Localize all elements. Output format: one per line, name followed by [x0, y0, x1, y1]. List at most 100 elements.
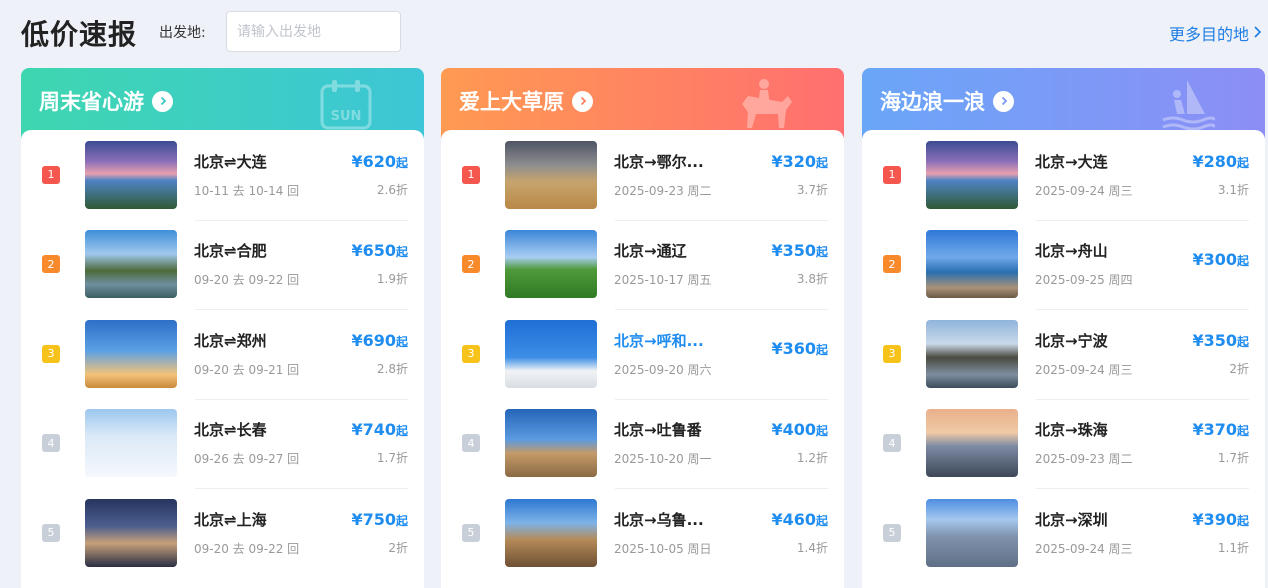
discount-label: 1.1折 — [1217, 540, 1249, 555]
date-label: 2025-10-17 周五 — [614, 273, 712, 288]
discount-label: 2折 — [388, 540, 408, 555]
route-label: 北京→通辽 — [614, 242, 687, 261]
list-item[interactable]: 3 北京→呼和... 2025-09-20 周六 ¥360起 — [462, 309, 828, 399]
list-item[interactable]: 5 北京→乌鲁... 2025-10-05 周日 ¥460起 1.4折 — [462, 488, 828, 578]
list-item[interactable]: 4 北京→吐鲁番 2025-10-20 周一 ¥400起 1.2折 — [462, 398, 828, 489]
destination-photo — [85, 230, 177, 299]
windsurfer-icon — [1162, 80, 1215, 131]
rank-badge: 3 — [462, 344, 480, 363]
discount-label: 2折 — [1229, 361, 1249, 376]
discount-label: 2.8折 — [376, 361, 408, 376]
list-item[interactable]: 1 北京→大连 2025-09-24 周三 ¥280起 3.1折 — [883, 130, 1249, 220]
destination-photo — [926, 498, 1018, 567]
date-label: 09-26 去 09-27 回 — [194, 452, 300, 467]
price-label: ¥350起 — [771, 241, 828, 261]
list-item[interactable]: 5 北京⇌上海 09-20 去 09-22 回 ¥750起 2折 — [42, 488, 408, 578]
list-item[interactable]: 3 北京→宁波 2025-09-24 周三 ¥350起 2折 — [883, 309, 1249, 399]
discount-label: 1.4折 — [796, 540, 828, 555]
list-item[interactable]: 2 北京⇌合肥 09-20 去 09-22 回 ¥650起 1.9折 — [42, 219, 408, 310]
list-item[interactable]: 1 北京→鄂尔... 2025-09-23 周二 ¥320起 3.7折 — [462, 130, 828, 220]
price-label: ¥750起 — [351, 509, 408, 529]
arrow-right-circle-icon[interactable] — [993, 90, 1014, 112]
destination-photo — [505, 319, 597, 388]
date-label: 2025-09-24 周三 — [1035, 541, 1133, 556]
arrow-right-circle-icon[interactable] — [572, 90, 593, 112]
date-label: 2025-10-20 周一 — [614, 452, 712, 467]
card-list: 1 北京⇌大连 10-11 去 10-14 回 ¥620起 2.6折 2 北京⇌合肥… — [21, 130, 424, 588]
route-label: 北京→深圳 — [1035, 510, 1108, 529]
route-label: 北京⇌郑州 — [194, 331, 267, 350]
rank-badge: 5 — [42, 523, 60, 542]
card-title-wrap[interactable]: 海边浪一浪 — [880, 86, 1014, 116]
card-title-wrap[interactable]: 爱上大草原 — [459, 86, 593, 116]
destination-photo — [926, 409, 1018, 478]
list-item[interactable]: 3 北京⇌郑州 09-20 去 09-21 回 ¥690起 2.8折 — [42, 309, 408, 399]
date-label: 2025-09-23 周二 — [614, 183, 712, 198]
discount-label: 3.8折 — [796, 272, 828, 287]
destination-photo — [926, 230, 1018, 299]
destination-photo — [926, 319, 1018, 388]
top-bar: 低价速报 出发地: 更多目的地 — [0, 0, 1268, 62]
card-title: 周末省心游 — [39, 90, 144, 114]
discount-label: 1.9折 — [376, 272, 408, 287]
list-item[interactable]: 2 北京→通辽 2025-10-17 周五 ¥350起 3.8折 — [462, 219, 828, 310]
discount-label: 1.2折 — [796, 451, 828, 466]
route-label: 北京→珠海 — [1035, 421, 1108, 440]
page-title: 低价速报 — [21, 18, 138, 51]
price-label: ¥370起 — [1192, 420, 1249, 440]
more-destinations-label: 更多目的地 — [1168, 25, 1249, 44]
list-item[interactable]: 1 北京⇌大连 10-11 去 10-14 回 ¥620起 2.6折 — [42, 130, 408, 220]
destination-photo — [505, 230, 597, 299]
rank-badge: 4 — [42, 434, 60, 453]
price-label: ¥620起 — [351, 151, 408, 171]
discount-label: 2.6折 — [376, 182, 408, 197]
list-item[interactable]: 4 北京⇌长春 09-26 去 09-27 回 ¥740起 1.7折 — [42, 398, 408, 489]
calendar-sun-text: SUN — [331, 109, 362, 124]
rank-badge: 1 — [462, 165, 480, 184]
route-label: 北京→鄂尔... — [614, 152, 704, 171]
list-item[interactable]: 5 北京→深圳 2025-09-24 周三 ¥390起 1.1折 — [883, 488, 1249, 578]
route-label: 北京⇌上海 — [194, 510, 267, 529]
rank-badge: 1 — [883, 165, 901, 184]
card-title-wrap[interactable]: 周末省心游 — [39, 86, 173, 116]
date-label: 2025-09-20 周六 — [614, 362, 712, 377]
price-label: ¥390起 — [1192, 509, 1249, 529]
discount-label: 3.1折 — [1217, 182, 1249, 197]
card-seaside: 海边浪一浪 1 北京→大连 2025-09-24 周三 ¥280起 3.1折 2 北… — [862, 68, 1265, 588]
card-grassland: 爱上大草原 1 北京→鄂尔... 2025-09-23 周二 ¥320起 3.7折 … — [441, 68, 844, 588]
destination-photo — [505, 498, 597, 567]
date-label: 2025-09-25 周四 — [1035, 273, 1133, 288]
rank-badge: 1 — [42, 165, 60, 184]
route-label: 北京→大连 — [1035, 152, 1108, 171]
route-label: 北京⇌长春 — [194, 421, 267, 440]
date-label: 09-20 去 09-21 回 — [194, 362, 300, 377]
card-list: 1 北京→大连 2025-09-24 周三 ¥280起 3.1折 2 北京→舟山 20… — [862, 130, 1265, 588]
list-item[interactable]: 2 北京→舟山 2025-09-25 周四 ¥300起 — [883, 219, 1249, 310]
card-title: 海边浪一浪 — [880, 90, 985, 114]
calendar-sun-icon: SUN — [320, 80, 372, 130]
route-label: 北京→乌鲁... — [614, 510, 704, 529]
more-destinations-link[interactable]: 更多目的地 — [1169, 21, 1262, 45]
horse-rider-icon — [742, 79, 792, 128]
date-label: 2025-09-24 周三 — [1035, 183, 1133, 198]
card-list: 1 北京→鄂尔... 2025-09-23 周二 ¥320起 3.7折 2 北京→通… — [441, 130, 844, 588]
list-item[interactable]: 4 北京→珠海 2025-09-23 周二 ¥370起 1.7折 — [883, 398, 1249, 489]
rank-badge: 4 — [883, 434, 901, 453]
origin-input[interactable] — [226, 11, 401, 52]
discount-label: 3.7折 — [796, 182, 828, 197]
date-label: 2025-09-24 周三 — [1035, 362, 1133, 377]
route-label: 北京→吐鲁番 — [614, 421, 702, 440]
date-label: 09-20 去 09-22 回 — [194, 273, 300, 288]
destination-photo — [926, 140, 1018, 209]
price-label: ¥280起 — [1192, 151, 1249, 171]
origin-label: 出发地: — [159, 25, 206, 41]
card-weekend-trip: 周末省心游 SUN 1 北京⇌大连 10-11 去 10-14 回 ¥620起 2.… — [21, 68, 424, 588]
rank-badge: 4 — [462, 434, 480, 453]
rank-badge: 2 — [42, 255, 60, 274]
arrow-right-circle-icon[interactable] — [152, 90, 173, 112]
chevron-right-icon — [1253, 24, 1262, 43]
route-label: 北京⇌大连 — [194, 152, 267, 171]
route-label: 北京→舟山 — [1035, 242, 1108, 261]
price-label: ¥690起 — [351, 330, 408, 350]
price-label: ¥350起 — [1192, 330, 1249, 350]
